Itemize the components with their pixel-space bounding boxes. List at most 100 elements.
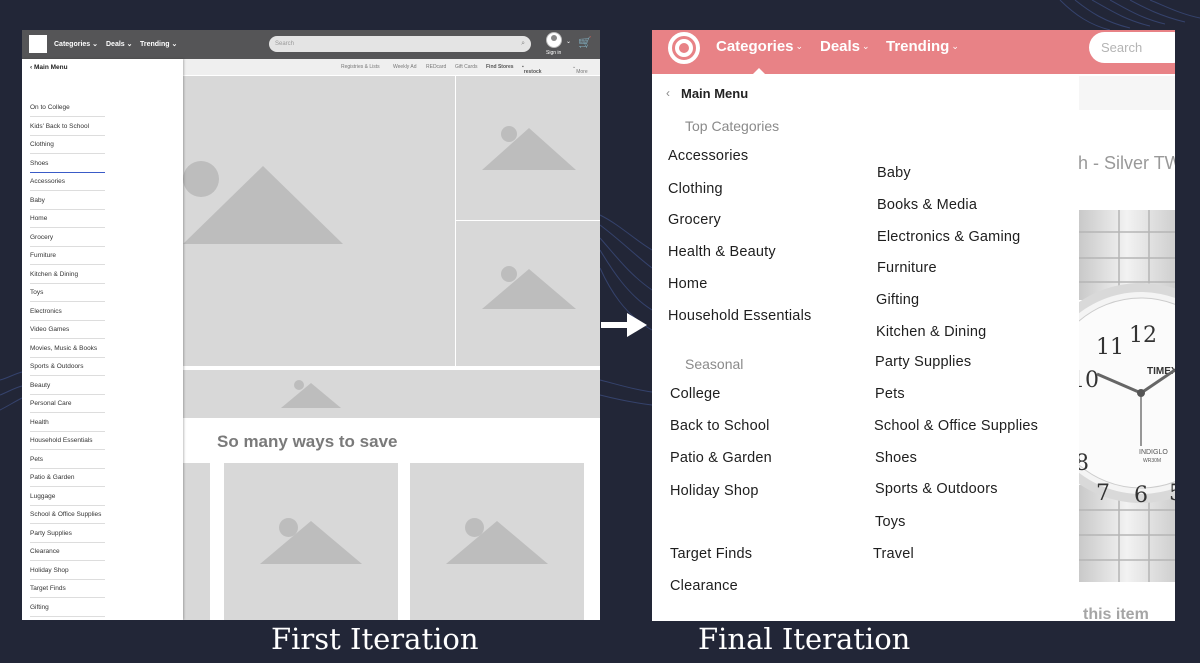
nav-trending[interactable]: Trending ⌄ bbox=[140, 40, 177, 48]
menu-item-electronics[interactable]: Electronics bbox=[30, 303, 105, 321]
link-gift-cards[interactable]: Gift Cards bbox=[455, 64, 478, 70]
sign-in-label[interactable]: Sign in bbox=[546, 50, 561, 56]
link-redcard[interactable]: REDcard bbox=[426, 64, 446, 70]
header-bar: Categories ⌄ Deals ⌄ Trending ⌄ Search bbox=[652, 30, 1175, 74]
menu-item-pets[interactable]: Pets bbox=[30, 451, 105, 469]
menu-item-baby[interactable]: Baby bbox=[877, 165, 911, 181]
deal-card-placeholder[interactable] bbox=[224, 463, 398, 620]
menu-item-luggage[interactable]: Luggage bbox=[30, 488, 105, 506]
watch-indiglo: INDIGLO bbox=[1139, 449, 1168, 456]
menu-item-sports-outdoors[interactable]: Sports & Outdoors bbox=[30, 358, 105, 376]
menu-item-patio-garden[interactable]: Patio & Garden bbox=[670, 450, 772, 466]
nav-trending-label: Trending bbox=[886, 38, 950, 55]
nav-categories-label: Categories bbox=[54, 41, 91, 48]
menu-item-household-essentials[interactable]: Household Essentials bbox=[30, 432, 105, 450]
link-more[interactable]: ⌄ More bbox=[572, 64, 588, 75]
menu-item-target-finds[interactable]: Target Finds bbox=[30, 580, 105, 598]
watch-number-6: 6 bbox=[1134, 483, 1148, 508]
link-more-label: More bbox=[576, 69, 588, 75]
menu-item-kitchen-dining[interactable]: Kitchen & Dining bbox=[876, 324, 986, 340]
menu-item-health-beauty[interactable]: Health & Beauty bbox=[668, 244, 776, 260]
menu-item-clothing[interactable]: Clothing bbox=[668, 181, 723, 197]
menu-item-party-supplies[interactable]: Party Supplies bbox=[875, 354, 971, 370]
link-find-stores[interactable]: Find Stores bbox=[486, 64, 514, 70]
menu-item-movies-music-books[interactable]: Movies, Music & Books bbox=[30, 340, 105, 358]
menu-item-personal-care[interactable]: Personal Care bbox=[30, 395, 105, 413]
menu-item-grocery[interactable]: Grocery bbox=[668, 212, 721, 228]
menu-item-gifting[interactable]: Gifting bbox=[876, 292, 919, 308]
menu-item-furniture[interactable]: Furniture bbox=[877, 260, 937, 276]
menu-item-college[interactable]: College bbox=[670, 386, 721, 402]
menu-item-baby[interactable]: Baby bbox=[30, 192, 105, 210]
menu-item-home[interactable]: Home bbox=[668, 276, 707, 292]
menu-title-label: Main Menu bbox=[33, 64, 68, 71]
menu-pointer bbox=[753, 68, 765, 74]
chevron-down-icon[interactable]: ⌄ bbox=[566, 38, 571, 45]
watch-number-8: 8 bbox=[1079, 451, 1089, 476]
menu-item-shoes[interactable]: Shoes bbox=[875, 450, 917, 466]
menu-item-holiday-shop[interactable]: Holiday Shop bbox=[30, 562, 105, 580]
menu-item-video-games[interactable]: Video Games bbox=[30, 321, 105, 339]
nav-categories[interactable]: Categories ⌄ bbox=[54, 40, 98, 48]
menu-item-home[interactable]: Home bbox=[30, 210, 105, 228]
deal-card-placeholder[interactable] bbox=[410, 463, 584, 620]
logo-placeholder[interactable] bbox=[29, 35, 47, 53]
menu-item-furniture[interactable]: Furniture bbox=[30, 247, 105, 265]
menu-item-books-media[interactable]: Books & Media bbox=[877, 197, 977, 213]
search-icon[interactable]: ⌕ bbox=[521, 36, 525, 52]
caption-final-iteration: Final Iteration bbox=[698, 622, 911, 656]
nav-trending[interactable]: Trending ⌄ bbox=[886, 38, 959, 55]
menu-item-back-to-school[interactable]: Back to School bbox=[670, 418, 770, 434]
menu-item-accessories[interactable]: Accessories bbox=[30, 173, 105, 191]
menu-item-holiday-shop[interactable]: Holiday Shop bbox=[670, 483, 759, 499]
menu-item-party-supplies[interactable]: Party Supplies bbox=[30, 525, 105, 543]
cart-icon[interactable]: 🛒 bbox=[578, 36, 592, 49]
menu-item-clothing[interactable]: Clothing bbox=[30, 136, 105, 154]
search-input[interactable]: Search bbox=[1089, 32, 1175, 63]
nav-deals[interactable]: Deals ⌄ bbox=[106, 40, 133, 48]
account-icon[interactable] bbox=[546, 32, 562, 48]
menu-item-target-finds[interactable]: Target Finds bbox=[670, 546, 752, 562]
arrow-right-icon bbox=[601, 313, 647, 337]
menu-item-accessories[interactable]: Accessories bbox=[668, 148, 748, 164]
nav-categories[interactable]: Categories ⌄ bbox=[716, 38, 803, 55]
menu-item-toys[interactable]: Toys bbox=[30, 284, 105, 302]
menu-title[interactable]: ‹ Main Menu bbox=[30, 64, 68, 71]
menu-item-gifting[interactable]: Gifting bbox=[30, 599, 105, 617]
link-weekly-ad[interactable]: Weekly Ad bbox=[393, 64, 417, 70]
menu-item-travel[interactable]: Travel bbox=[873, 546, 914, 562]
link-registries[interactable]: Registries & Lists bbox=[341, 64, 380, 70]
nav-deals-label: Deals bbox=[106, 41, 125, 48]
menu-item-kids-back-to-school[interactable]: Kids' Back to School bbox=[30, 118, 105, 136]
menu-item-grocery[interactable]: Grocery bbox=[30, 229, 105, 247]
menu-item-school-office-supplies[interactable]: School & Office Supplies bbox=[874, 418, 1038, 434]
menu-item-clearance[interactable]: Clearance bbox=[30, 543, 105, 561]
target-logo[interactable] bbox=[668, 32, 700, 64]
menu-item-pets[interactable]: Pets bbox=[875, 386, 905, 402]
deal-card-placeholder[interactable] bbox=[183, 463, 210, 620]
back-chevron-icon[interactable]: ‹ bbox=[666, 86, 670, 100]
menu-item-shoes[interactable]: Shoes bbox=[30, 155, 105, 173]
utility-bar: Registries & Lists Weekly Ad REDcard Gif… bbox=[183, 59, 600, 75]
link-restock[interactable]: ▪ restock bbox=[522, 64, 542, 75]
watch-number-12: 12 bbox=[1129, 323, 1157, 348]
nav-deals[interactable]: Deals ⌄ bbox=[820, 38, 870, 55]
menu-item-sports-outdoors[interactable]: Sports & Outdoors bbox=[875, 481, 998, 497]
menu-item-patio-garden[interactable]: Patio & Garden bbox=[30, 469, 105, 487]
menu-item-clearance[interactable]: Clearance bbox=[670, 578, 738, 594]
chevron-down-icon: ⌄ bbox=[951, 41, 959, 51]
menu-item-kitchen-dining[interactable]: Kitchen & Dining bbox=[30, 266, 105, 284]
header-bar: Categories ⌄ Deals ⌄ Trending ⌄ Search ⌕… bbox=[22, 30, 600, 59]
menu-item-school-office-supplies[interactable]: School & Office Supplies bbox=[30, 506, 105, 524]
category-menu: ‹ Main Menu On to College Kids' Back to S… bbox=[22, 59, 183, 620]
menu-item-beauty[interactable]: Beauty bbox=[30, 377, 105, 395]
menu-item-toys[interactable]: Toys bbox=[875, 514, 906, 530]
search-input[interactable]: Search ⌕ bbox=[269, 36, 531, 52]
menu-item-electronics-gaming[interactable]: Electronics & Gaming bbox=[877, 229, 1020, 245]
menu-item-health[interactable]: Health bbox=[30, 414, 105, 432]
menu-title[interactable]: Main Menu bbox=[681, 86, 748, 101]
search-placeholder: Search bbox=[275, 41, 295, 47]
nav-categories-label: Categories bbox=[716, 38, 794, 55]
menu-item-on-to-college[interactable]: On to College bbox=[30, 99, 105, 117]
menu-item-household-essentials[interactable]: Household Essentials bbox=[668, 308, 811, 324]
